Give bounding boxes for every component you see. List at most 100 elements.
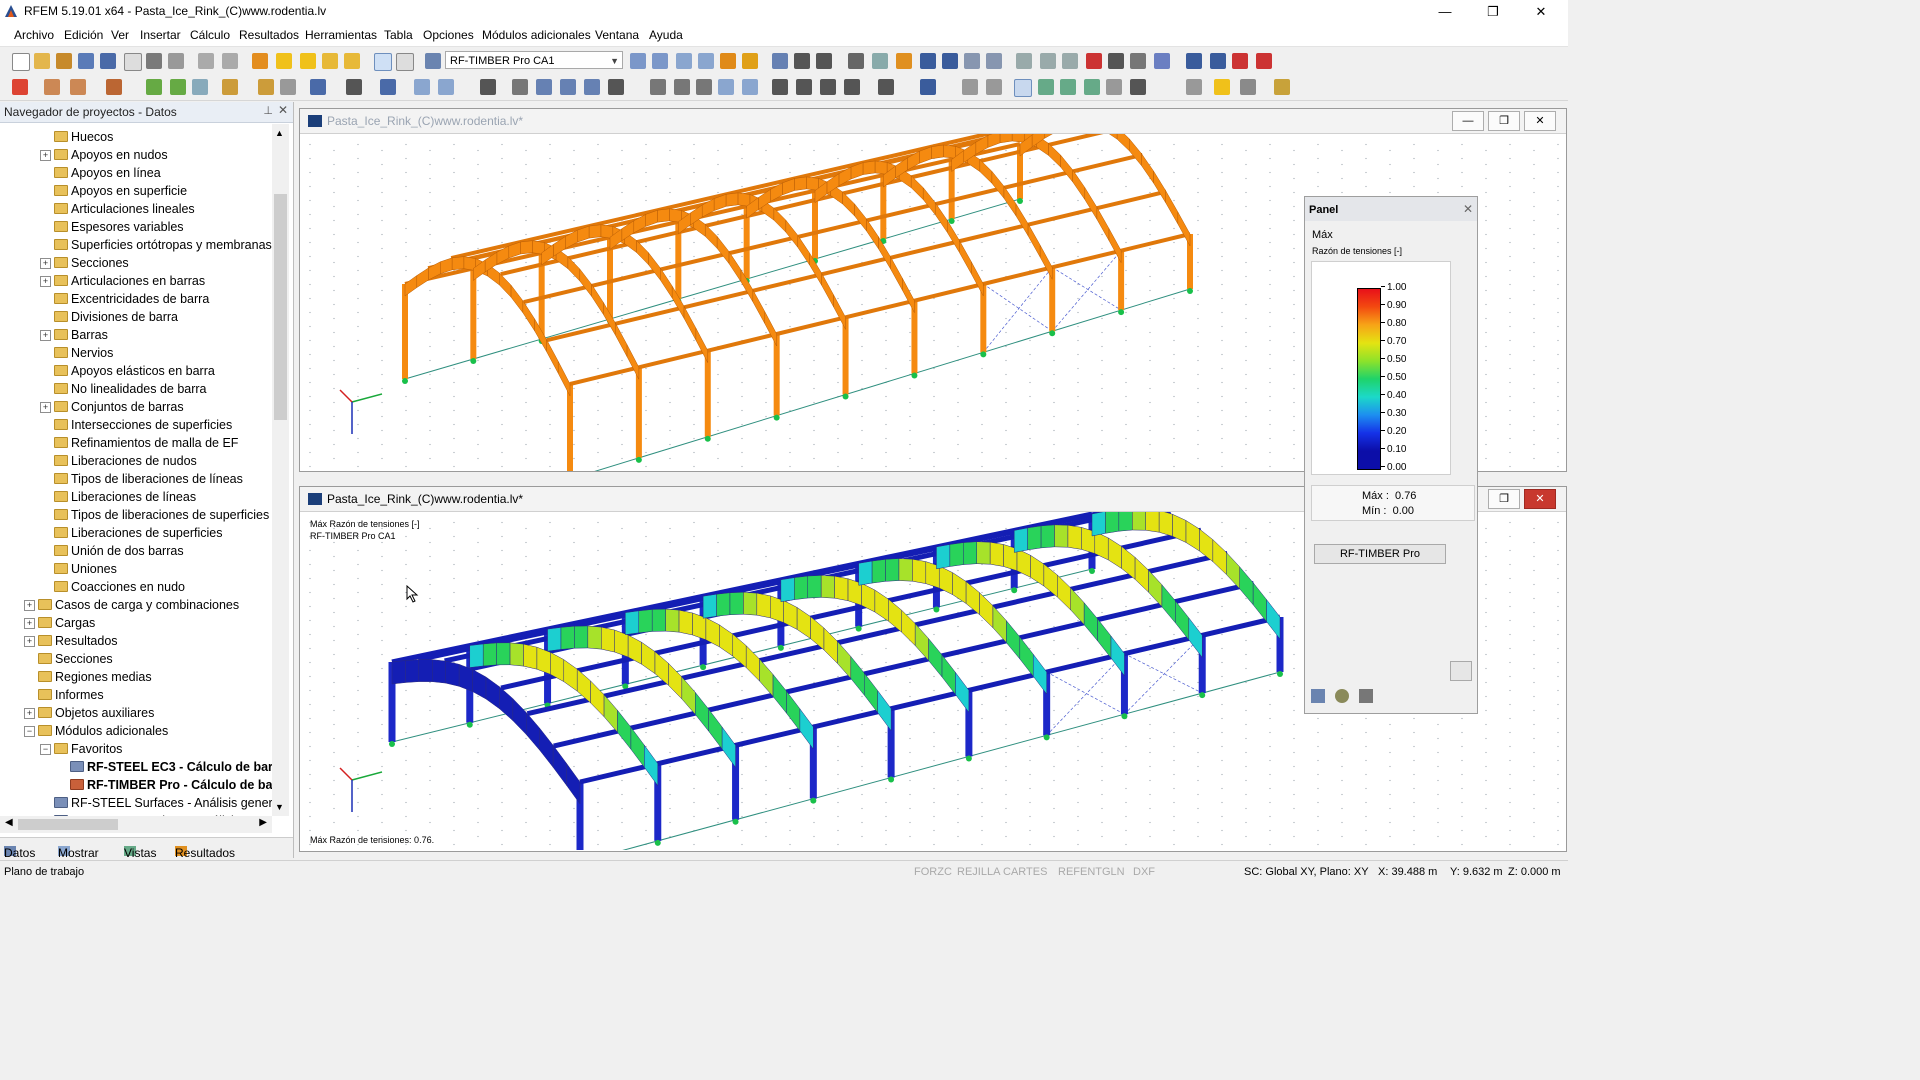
- toggle-gln[interactable]: GLN: [1102, 866, 1125, 878]
- close-button[interactable]: ✕: [1518, 0, 1564, 24]
- move-icon[interactable]: [480, 79, 496, 95]
- close-icon[interactable]: ✕: [278, 103, 288, 117]
- menu-insertar[interactable]: Insertar: [140, 28, 181, 42]
- window-icon[interactable]: [344, 53, 360, 69]
- tree-item-top-level[interactable]: Informes: [38, 686, 104, 704]
- coordinate-system-icon[interactable]: [1106, 79, 1122, 95]
- menu-tabla[interactable]: Tabla: [384, 28, 413, 42]
- tree-item-model-data[interactable]: Huecos: [54, 128, 113, 146]
- menu-modulos-adicionales[interactable]: Módulos adicionales: [482, 28, 591, 42]
- tree-item-model-data[interactable]: + Barras: [40, 326, 108, 344]
- report-icon[interactable]: [1256, 53, 1272, 69]
- tree-item-model-data[interactable]: No linealidades de barra: [54, 380, 207, 398]
- expand-icon[interactable]: +: [40, 258, 51, 269]
- scroll-left-icon[interactable]: ◀: [5, 817, 13, 828]
- edit-icon[interactable]: [252, 53, 268, 69]
- menu-calculo[interactable]: Cálculo: [190, 28, 230, 42]
- tree-item-model-data[interactable]: Tipos de liberaciones de líneas: [54, 470, 243, 488]
- panel-toggle-icon[interactable]: [1214, 79, 1230, 95]
- tree-item-top-level[interactable]: Regiones medias: [38, 668, 152, 686]
- menu-archivo[interactable]: Archivo: [14, 28, 54, 42]
- toggle-rejilla[interactable]: REJILLA: [957, 866, 1000, 878]
- navigator-horizontal-scrollbar[interactable]: ◀ ▶: [0, 816, 272, 833]
- save-icon[interactable]: [100, 53, 116, 69]
- pin-icon[interactable]: ⊥: [263, 104, 273, 117]
- pen-panel-icon[interactable]: [1359, 689, 1373, 703]
- tree-item-model-data[interactable]: Excentricidades de barra: [54, 290, 209, 308]
- calculate-all-icon[interactable]: [698, 53, 714, 69]
- next-case-icon[interactable]: [652, 53, 668, 69]
- tree-item-model-data[interactable]: Tipos de liberaciones de superficies: [54, 506, 269, 524]
- collapse-icon[interactable]: −: [24, 726, 35, 737]
- menu-opciones[interactable]: Opciones: [423, 28, 474, 42]
- load-case-icon[interactable]: [425, 53, 441, 69]
- addon-icon[interactable]: [1154, 53, 1170, 69]
- redo-icon[interactable]: [222, 53, 238, 69]
- open-project-icon[interactable]: [56, 53, 72, 69]
- expand-icon[interactable]: +: [24, 600, 35, 611]
- connect-icon[interactable]: [560, 79, 576, 95]
- tree-item-model-data[interactable]: Nervios: [54, 344, 113, 362]
- color-panel-icon[interactable]: [1311, 689, 1325, 703]
- menu-herramientas[interactable]: Herramientas: [305, 28, 377, 42]
- box-view-icon[interactable]: [414, 79, 430, 95]
- table-grid-icon[interactable]: [1186, 79, 1202, 95]
- section-icon[interactable]: [816, 53, 832, 69]
- pen-icon[interactable]: [1240, 79, 1256, 95]
- expand-icon[interactable]: +: [40, 330, 51, 341]
- scroll-thumb[interactable]: [274, 194, 287, 420]
- toggle-forzc[interactable]: FORZC: [914, 866, 952, 878]
- viewport-results-close-button[interactable]: ✕: [1524, 489, 1556, 509]
- dimension-icon[interactable]: [222, 79, 238, 95]
- scroll-down-icon[interactable]: ▼: [275, 802, 284, 812]
- tree-item-addon-module[interactable]: RF-STEEL Surfaces - Análisis general de …: [54, 794, 272, 812]
- delete-icon[interactable]: [1086, 53, 1102, 69]
- front-view-icon[interactable]: [964, 53, 980, 69]
- object-snap-icon[interactable]: [1130, 79, 1146, 95]
- tree-item-top-level[interactable]: − Módulos adicionales: [24, 722, 168, 740]
- zoom-legend-icon[interactable]: [1450, 661, 1472, 681]
- extrude-icon[interactable]: [584, 79, 600, 95]
- zoom-window-icon[interactable]: [674, 79, 690, 95]
- tree-item-model-data[interactable]: Articulaciones lineales: [54, 200, 195, 218]
- tools-icon[interactable]: [1130, 53, 1146, 69]
- rotate-icon[interactable]: [1040, 53, 1056, 69]
- tree-item-top-level[interactable]: + Casos de carga y combinaciones: [24, 596, 239, 614]
- target-icon[interactable]: [300, 53, 316, 69]
- solid-view-icon[interactable]: [438, 79, 454, 95]
- tree-item-top-level[interactable]: + Resultados: [24, 632, 118, 650]
- axis-z-icon[interactable]: [820, 79, 836, 95]
- save-all-icon[interactable]: [78, 53, 94, 69]
- surface-load-icon[interactable]: [192, 79, 208, 95]
- render-icon[interactable]: [896, 53, 912, 69]
- select-icon[interactable]: [322, 53, 338, 69]
- viewport-top-maximize-button[interactable]: ❐: [1488, 111, 1520, 131]
- expand-icon[interactable]: +: [24, 636, 35, 647]
- comment-icon[interactable]: [258, 79, 274, 95]
- copy-icon[interactable]: [512, 79, 528, 95]
- tree-item-model-data[interactable]: Liberaciones de superficies: [54, 524, 222, 542]
- viewport-results-maximize-button[interactable]: ❐: [1488, 489, 1520, 509]
- zoom-icon[interactable]: [650, 79, 666, 95]
- zoom-all-icon[interactable]: [696, 79, 712, 95]
- navigator-vertical-scrollbar[interactable]: ▲ ▼: [272, 124, 289, 816]
- load-icon[interactable]: [146, 79, 162, 95]
- tree-item-model-data[interactable]: + Conjuntos de barras: [40, 398, 184, 416]
- expand-icon[interactable]: +: [40, 402, 51, 413]
- deformation-icon[interactable]: [772, 53, 788, 69]
- scroll-up-icon[interactable]: ▲: [275, 128, 284, 138]
- tree-item-model-data[interactable]: Liberaciones de nudos: [54, 452, 197, 470]
- viewport-top-minimize-button[interactable]: —: [1452, 111, 1484, 131]
- expand-icon[interactable]: +: [40, 276, 51, 287]
- top-view-icon[interactable]: [942, 53, 958, 69]
- iso-view-icon[interactable]: [920, 53, 936, 69]
- tree-item-model-data[interactable]: Apoyos elásticos en barra: [54, 362, 215, 380]
- member-load-icon[interactable]: [170, 79, 186, 95]
- expand-icon[interactable]: +: [24, 708, 35, 719]
- settings-icon[interactable]: [1108, 53, 1124, 69]
- panel-close-icon[interactable]: ✕: [1463, 202, 1473, 216]
- axis-x-icon[interactable]: [772, 79, 788, 95]
- generate-icon[interactable]: [608, 79, 624, 95]
- tree-item-model-data[interactable]: Superficies ortótropas y membranas: [54, 236, 272, 254]
- menu-ventana[interactable]: Ventana: [595, 28, 639, 42]
